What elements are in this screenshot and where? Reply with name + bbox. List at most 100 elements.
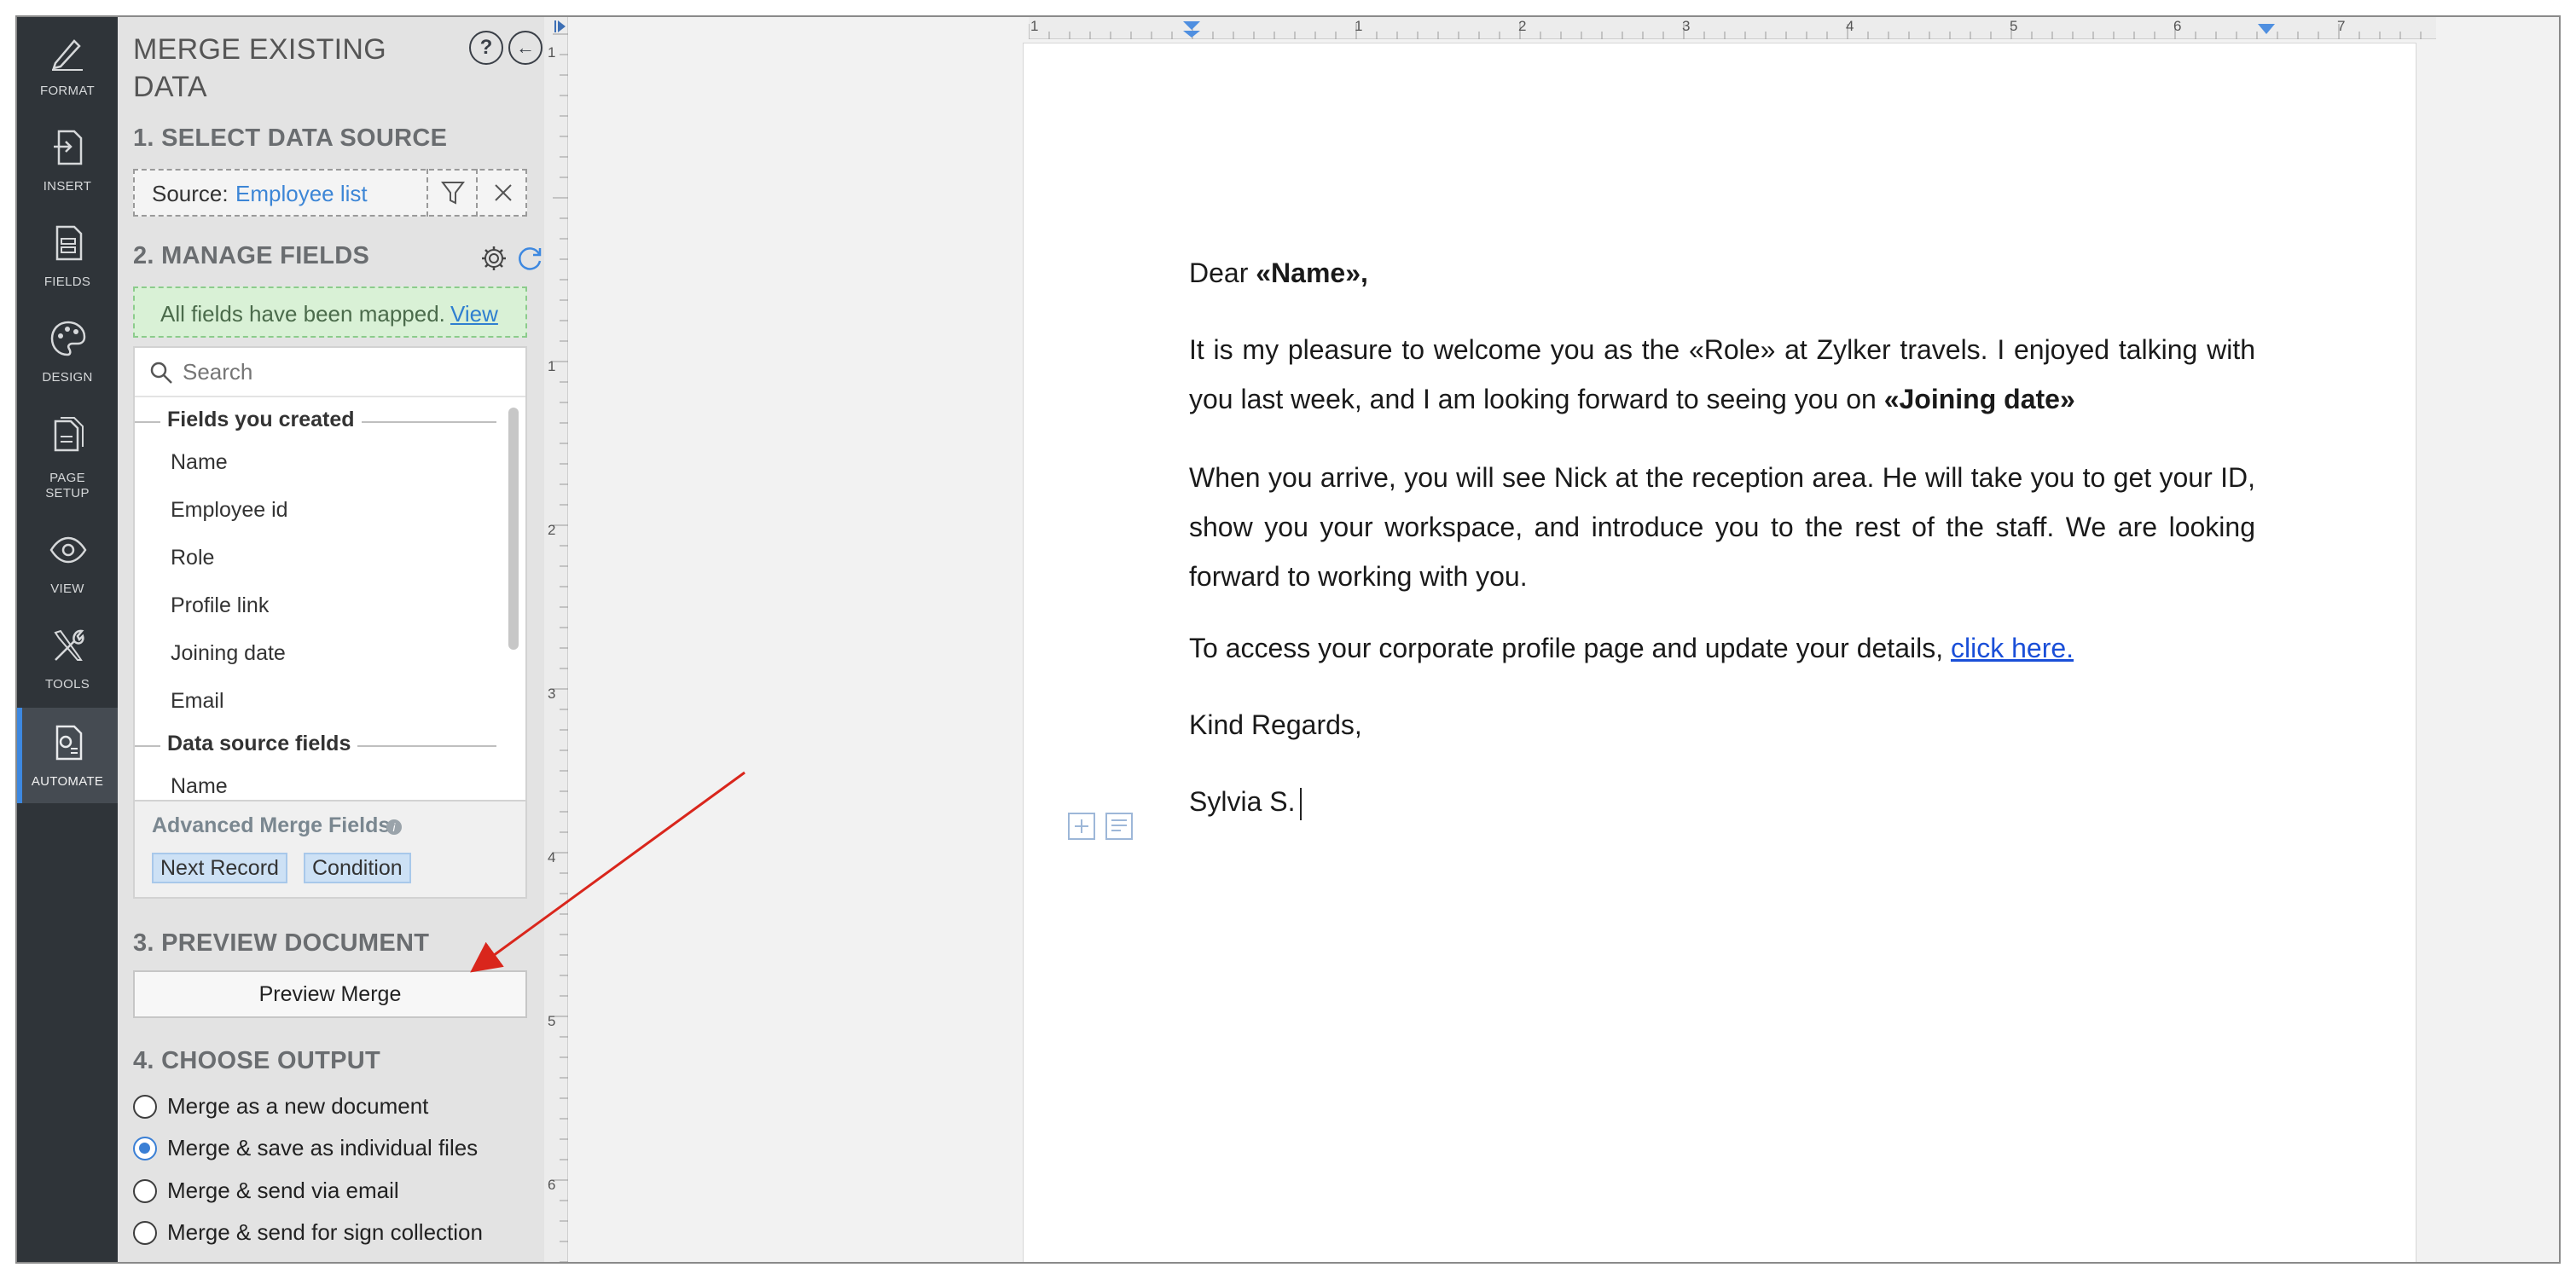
left-indent-marker-icon[interactable] xyxy=(1182,20,1201,38)
view-mapping-link[interactable]: View xyxy=(450,301,498,327)
rail-page-label: PAGE xyxy=(49,471,85,485)
field-item[interactable]: Profile link xyxy=(171,593,269,618)
right-indent-marker-icon[interactable] xyxy=(2257,20,2276,38)
output-option-label: Merge & save as individual files xyxy=(167,1135,479,1160)
source-box: Source: Employee list xyxy=(133,169,527,217)
section-preview-document: 3. PREVIEW DOCUMENT xyxy=(133,929,430,957)
section-choose-output: 4. CHOOSE OUTPUT xyxy=(133,1047,380,1074)
ruler-label: 5 xyxy=(548,1013,556,1029)
palette-icon xyxy=(50,321,86,356)
merge-field-joining-date[interactable]: «Joining date» xyxy=(1884,384,2075,414)
ruler-label: 6 xyxy=(2173,18,2182,34)
paragraph-arrival[interactable]: When you arrive, you will see Nick at th… xyxy=(1189,453,2255,601)
field-item[interactable]: Name xyxy=(171,774,228,799)
app-window: FORMAT INSERT FIELDS DESIGN PAGE SETUP V… xyxy=(15,15,2561,1264)
rail-automate-label: AUTOMATE xyxy=(31,774,104,789)
rail-format[interactable]: FORMAT xyxy=(17,17,118,113)
rail-view[interactable]: VIEW xyxy=(17,515,118,611)
radio-button[interactable] xyxy=(133,1221,157,1245)
next-record-chip[interactable]: Next Record xyxy=(152,853,287,883)
signature-text: Sylvia S. xyxy=(1189,786,1296,817)
rail-setup-label: SETUP xyxy=(45,486,90,501)
rail-format-label: FORMAT xyxy=(39,84,95,98)
info-icon[interactable]: i xyxy=(386,819,403,836)
advanced-merge-title: Advanced Merge Fields xyxy=(152,813,391,837)
vertical-ruler-ticks xyxy=(553,33,568,1262)
group-data-source-fields: Data source fields xyxy=(160,732,358,756)
field-search-input[interactable] xyxy=(183,356,507,387)
panel-title: MERGE EXISTING DATA xyxy=(133,33,387,103)
rail-tools[interactable]: TOOLS xyxy=(17,611,118,706)
ruler-toggle-icon[interactable] xyxy=(553,19,568,34)
paragraph-profile[interactable]: To access your corporate profile page an… xyxy=(1189,623,2255,673)
tools-icon xyxy=(54,629,84,661)
add-block-icon[interactable] xyxy=(1066,811,1097,842)
source-label: Source: xyxy=(152,181,229,206)
output-option-label: Merge as a new document xyxy=(167,1093,429,1119)
radio-button-selected[interactable] xyxy=(133,1137,157,1160)
refresh-icon[interactable] xyxy=(515,244,544,273)
pen-icon xyxy=(52,39,83,71)
field-item[interactable]: Joining date xyxy=(171,641,286,666)
section-select-source: 1. SELECT DATA SOURCE xyxy=(133,124,448,152)
eye-icon xyxy=(49,536,87,564)
ruler-label: 2 xyxy=(548,522,556,538)
rail-fields[interactable]: FIELDS xyxy=(17,208,118,304)
output-option-label: Merge & send via email xyxy=(167,1178,399,1203)
condition-chip[interactable]: Condition xyxy=(304,853,411,883)
source-value-link[interactable]: Employee list xyxy=(235,181,368,207)
ruler-label: 1 xyxy=(1030,18,1039,34)
ruler-label: 7 xyxy=(2337,18,2346,34)
signature-paragraph[interactable]: Sylvia S. xyxy=(1189,777,2255,826)
preview-merge-button[interactable]: Preview Merge xyxy=(133,970,527,1018)
rail-insert-label: INSERT xyxy=(43,179,92,194)
field-item[interactable]: Name xyxy=(171,450,228,475)
filter-button[interactable] xyxy=(426,169,476,217)
radio-button[interactable] xyxy=(133,1179,157,1203)
search-row xyxy=(135,348,525,397)
back-button[interactable]: ← xyxy=(508,31,542,65)
document-page[interactable]: Dear «Name», It is my pleasure to welcom… xyxy=(1023,43,2416,1262)
ruler-label: 6 xyxy=(548,1177,556,1193)
merge-field-name[interactable]: «Name», xyxy=(1256,258,1368,288)
rail-automate[interactable]: AUTOMATE xyxy=(17,708,118,803)
help-button[interactable]: ? xyxy=(469,31,503,65)
automate-icon xyxy=(55,725,83,761)
rail-insert[interactable]: INSERT xyxy=(17,113,118,208)
gear-icon[interactable] xyxy=(479,244,508,273)
greeting-paragraph[interactable]: Dear «Name», xyxy=(1189,248,2255,298)
advanced-merge-fields: Advanced Merge Fields i Next Record Cond… xyxy=(133,802,527,899)
field-item[interactable]: Role xyxy=(171,546,214,570)
group-fields-created: Fields you created xyxy=(160,408,362,432)
merge-panel: MERGE EXISTING DATA ? ← 1. SELECT DATA S… xyxy=(118,17,544,1262)
ruler-label: 1 xyxy=(548,44,556,61)
radio-button[interactable] xyxy=(133,1095,157,1119)
paragraph-options-icon[interactable] xyxy=(1104,811,1134,842)
ruler-label: 3 xyxy=(1682,18,1691,34)
search-icon xyxy=(150,362,172,384)
closing-paragraph[interactable]: Kind Regards, xyxy=(1189,700,2255,749)
rail-design-label: DESIGN xyxy=(42,370,93,385)
ruler-label: 5 xyxy=(2010,18,2018,34)
output-option-label: Merge & send for sign collection xyxy=(167,1219,483,1245)
field-item[interactable]: Email xyxy=(171,689,224,714)
welcome-text: It is my pleasure to welcome you as the … xyxy=(1189,334,2255,414)
tool-rail: FORMAT INSERT FIELDS DESIGN PAGE SETUP V… xyxy=(17,17,118,1262)
vertical-ruler: 1 1 2 3 4 5 6 xyxy=(544,17,568,1262)
section-manage-fields: 2. MANAGE FIELDS xyxy=(133,242,370,269)
greeting-text: Dear xyxy=(1189,258,1256,288)
paragraph-welcome[interactable]: It is my pleasure to welcome you as the … xyxy=(1189,325,2255,424)
profile-link[interactable]: click here. xyxy=(1951,633,2074,663)
rail-design[interactable]: DESIGN xyxy=(17,304,118,399)
fields-scrollbar[interactable] xyxy=(508,408,519,650)
ruler-label: 1 xyxy=(1355,18,1363,34)
close-icon xyxy=(495,184,512,201)
clear-source-button[interactable] xyxy=(476,169,527,217)
field-item[interactable]: Employee id xyxy=(171,498,288,523)
profile-text: To access your corporate profile page an… xyxy=(1189,633,1951,663)
text-cursor xyxy=(1300,787,1303,820)
ruler-label: 4 xyxy=(548,849,556,865)
horizontal-ruler: 1 1 2 3 4 5 6 7 xyxy=(1029,17,2436,39)
rail-page-setup[interactable]: PAGE SETUP xyxy=(17,399,118,512)
filter-icon xyxy=(441,182,465,205)
